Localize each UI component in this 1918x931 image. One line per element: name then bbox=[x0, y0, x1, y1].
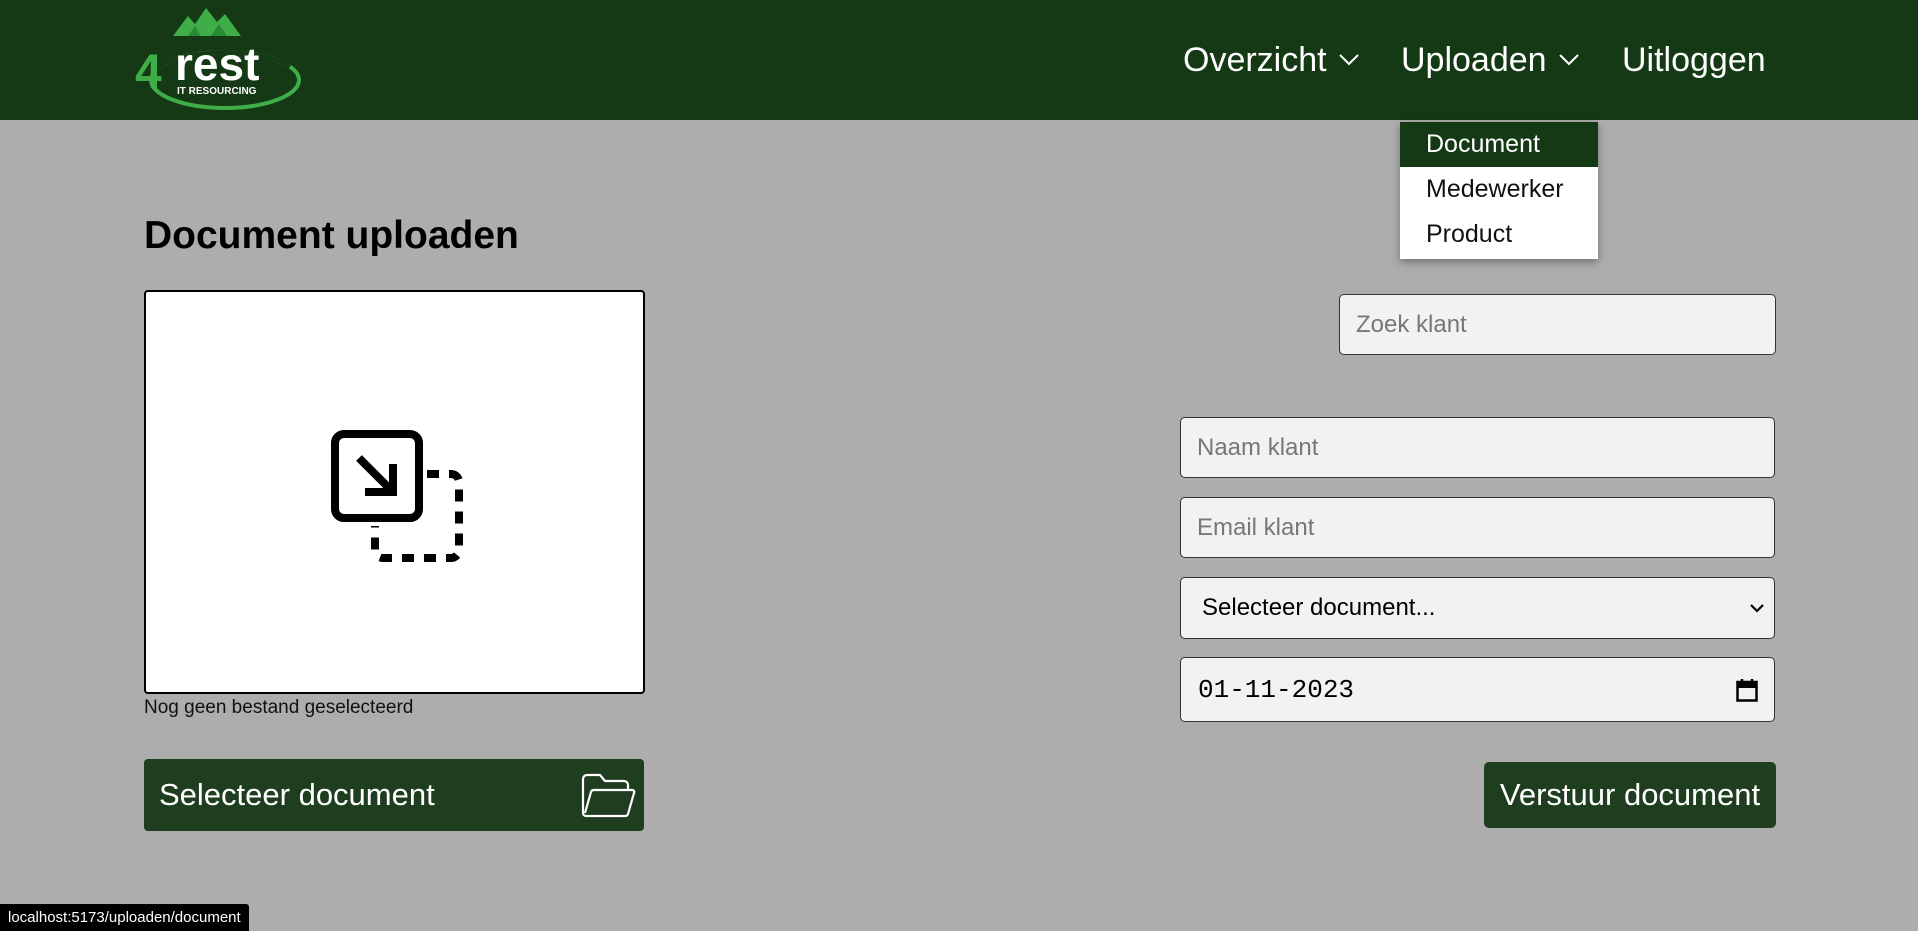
dropdown-item-product[interactable]: Product bbox=[1400, 212, 1598, 257]
nav-uploaden[interactable]: Uploaden bbox=[1401, 38, 1579, 82]
customer-email-input[interactable] bbox=[1180, 497, 1775, 558]
nav-uitloggen[interactable]: Uitloggen bbox=[1622, 38, 1766, 82]
chevron-down-icon bbox=[1750, 604, 1764, 613]
svg-text:rest: rest bbox=[175, 38, 259, 90]
file-status-text: Nog geen bestand geselecteerd bbox=[144, 697, 414, 718]
calendar-icon[interactable] bbox=[1736, 678, 1758, 702]
page-title: Document uploaden bbox=[144, 214, 519, 257]
search-customer-input[interactable] bbox=[1339, 294, 1776, 355]
chevron-down-icon bbox=[1338, 54, 1359, 66]
select-document-button[interactable]: Selecteer document bbox=[144, 759, 644, 831]
dropdown-item-document[interactable]: Document bbox=[1400, 122, 1598, 167]
nav-overzicht[interactable]: Overzicht bbox=[1183, 38, 1359, 82]
dropdown-item-medewerker[interactable]: Medewerker bbox=[1400, 167, 1598, 212]
uploaden-dropdown-menu: Document Medewerker Product bbox=[1400, 122, 1598, 259]
top-navbar: 4rest 4 rest IT RESOURCING Overzicht Upl… bbox=[0, 0, 1918, 120]
date-input[interactable]: 01-11-2023 bbox=[1180, 657, 1775, 722]
date-input-value: 01-11-2023 bbox=[1198, 674, 1355, 705]
customer-name-input[interactable] bbox=[1180, 417, 1775, 478]
chevron-down-icon bbox=[1558, 54, 1579, 66]
document-type-select[interactable]: Selecteer document... bbox=[1180, 577, 1775, 639]
move-file-icon bbox=[331, 430, 463, 562]
logo-mark: 4rest 4 rest IT RESOURCING bbox=[135, 8, 301, 110]
file-dropzone[interactable] bbox=[144, 290, 645, 694]
logo[interactable]: 4rest 4 rest IT RESOURCING bbox=[133, 6, 301, 110]
nav-uploaden-label: Uploaden bbox=[1401, 41, 1547, 79]
document-type-select-value: Selecteer document... bbox=[1202, 594, 1436, 621]
nav-overzicht-label: Overzicht bbox=[1183, 41, 1327, 79]
send-document-button[interactable]: Verstuur document bbox=[1484, 762, 1776, 828]
folder-icon bbox=[581, 773, 636, 818]
nav-uitloggen-label: Uitloggen bbox=[1622, 41, 1766, 79]
select-document-label: Selecteer document bbox=[159, 777, 435, 812]
browser-status-url: localhost:5173/uploaden/document bbox=[0, 904, 249, 931]
svg-text:4: 4 bbox=[135, 46, 162, 99]
logo-tagline: IT RESOURCING bbox=[177, 86, 257, 97]
